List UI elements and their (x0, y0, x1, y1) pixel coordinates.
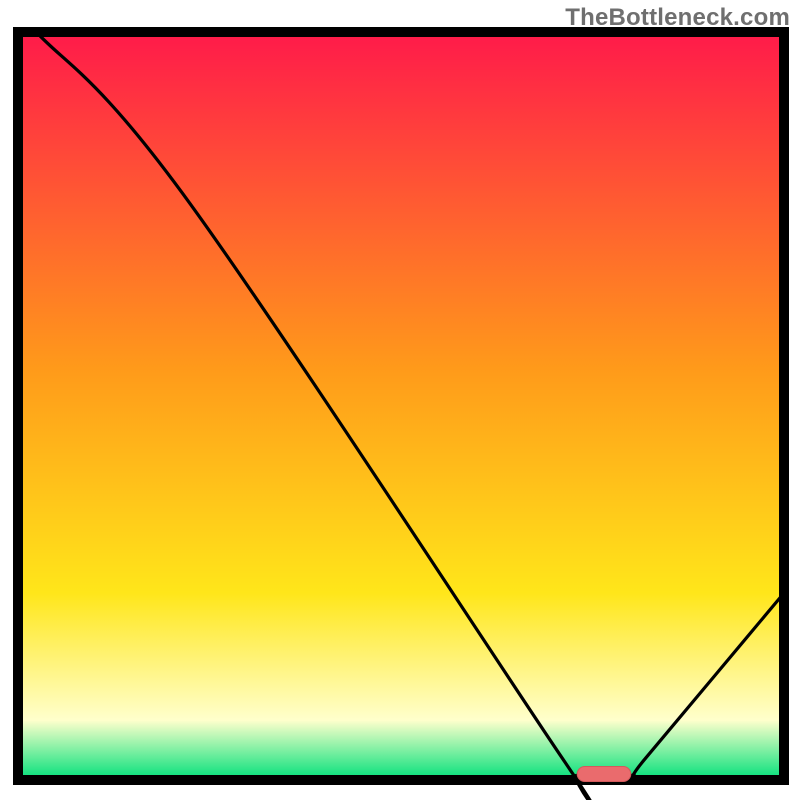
chart-container: { "watermark": "TheBottleneck.com", "col… (0, 0, 800, 800)
optimum-marker (577, 767, 631, 782)
gradient-background (18, 32, 784, 780)
bottleneck-chart (0, 0, 800, 800)
